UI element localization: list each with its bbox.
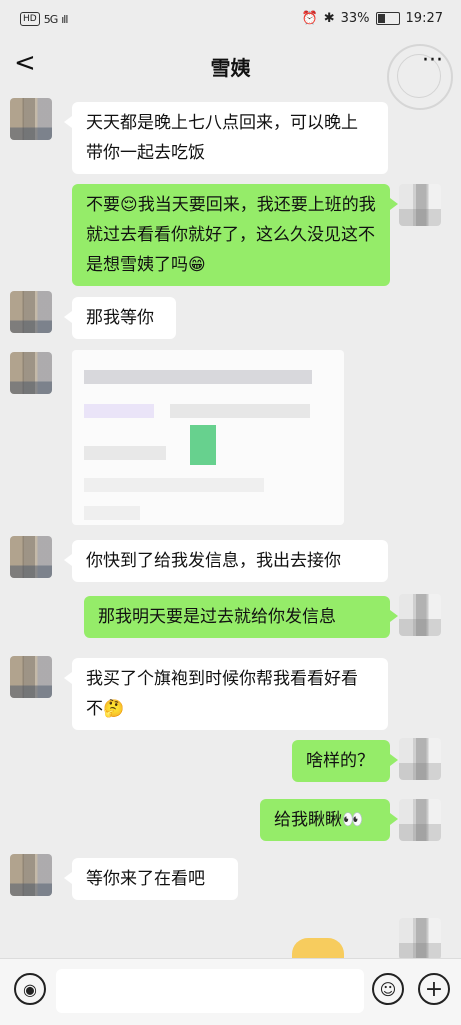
voice-icon[interactable]: ◉ — [14, 973, 46, 1005]
message-bubble[interactable]: 那我等你 — [64, 297, 176, 339]
input-bar: ◉ ☺ + — [0, 958, 461, 1025]
message-bubble[interactable]: 你快到了给我发信息，我出去接你 — [64, 540, 388, 582]
emoji-icon[interactable]: ☺ — [372, 973, 404, 1005]
watermark-logo — [387, 44, 453, 110]
bluetooth-icon: ✱ — [323, 11, 335, 26]
signal-icon: ıll — [61, 12, 68, 26]
image-blob — [190, 425, 216, 465]
avatar[interactable] — [10, 854, 52, 896]
image-blur — [84, 446, 166, 460]
avatar[interactable] — [10, 291, 52, 333]
status-bar: HD 5G ıll ⏰ ✱ 33% 19:27 — [0, 0, 461, 40]
avatar[interactable] — [399, 594, 441, 636]
network-label: 5G — [43, 12, 58, 26]
chat-header: < 雪姨 ··· — [0, 40, 461, 110]
avatar[interactable] — [399, 184, 441, 226]
message-input[interactable] — [56, 969, 364, 1013]
message-bubble[interactable]: 不要😌我当天要回来，我还要上班的我就过去看看你就好了，这么久没见这不是想雪姨了吗… — [72, 184, 398, 286]
message-bubble[interactable]: 啥样的？ — [292, 740, 398, 782]
image-blur — [84, 506, 140, 520]
hd-badge: HD — [20, 12, 40, 26]
message-bubble[interactable]: 给我瞅瞅👀 — [260, 799, 398, 841]
plus-icon[interactable]: + — [418, 973, 450, 1005]
message-bubble[interactable]: 我买了个旗袍到时候你帮我看看好看不🤔 — [64, 658, 388, 730]
message-bubble[interactable]: 等你来了在看吧 — [64, 858, 238, 900]
image-blur — [84, 370, 312, 384]
image-blur — [170, 404, 310, 418]
avatar[interactable] — [10, 656, 52, 698]
message-bubble[interactable]: 天天都是晚上七八点回来，可以晚上带你一起去吃饭 — [64, 102, 388, 174]
avatar[interactable] — [399, 918, 441, 960]
avatar[interactable] — [10, 98, 52, 140]
message-bubble[interactable]: 那我明天要是过去就给你发信息 — [84, 596, 398, 638]
clock: 19:27 — [405, 11, 443, 26]
status-right: ⏰ ✱ 33% 19:27 — [302, 11, 443, 26]
status-left: HD 5G ıll — [20, 12, 68, 26]
avatar[interactable] — [10, 536, 52, 578]
battery-percentage: 33% — [340, 11, 370, 26]
battery-icon — [375, 12, 400, 25]
avatar[interactable] — [10, 352, 52, 394]
image-blur — [84, 478, 264, 492]
avatar[interactable] — [399, 738, 441, 780]
image-blur — [84, 404, 154, 418]
alarm-icon: ⏰ — [301, 11, 318, 26]
avatar[interactable] — [399, 799, 441, 841]
